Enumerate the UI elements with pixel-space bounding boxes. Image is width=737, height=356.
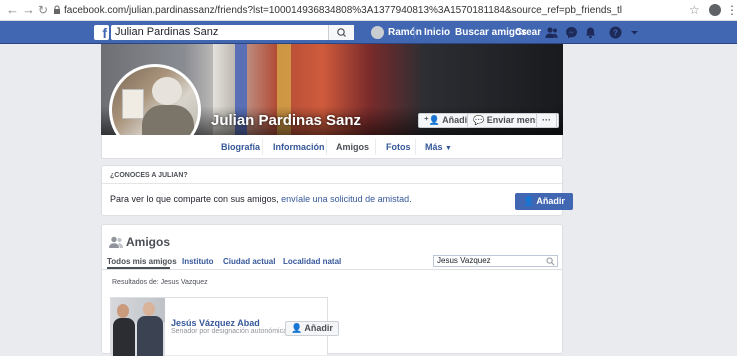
know-heading: ¿CONOCES A JULIAN? — [110, 172, 188, 179]
add-friend-button[interactable]: 👤 Añadir — [515, 193, 573, 210]
divider — [414, 26, 415, 39]
divider — [102, 269, 562, 270]
svg-text:?: ? — [613, 29, 618, 38]
home-link[interactable]: Inicio — [424, 27, 450, 38]
add-friend-button[interactable]: 👤 Añadir — [285, 321, 339, 336]
facebook-logo-icon[interactable]: f — [94, 25, 109, 41]
search-icon — [337, 28, 346, 37]
friend-card: Jesús Vázquez Abad Senador por designaci… — [110, 297, 339, 356]
tab-school[interactable]: Instituto — [182, 257, 214, 266]
notifications-bell-icon[interactable] — [584, 26, 597, 39]
person-body — [113, 318, 135, 356]
messenger-icon[interactable] — [565, 26, 578, 39]
tab-photos[interactable]: Fotos — [386, 142, 411, 152]
add-friend-icon: ⁺👤 — [424, 115, 443, 125]
back-icon[interactable]: ← — [6, 3, 19, 17]
add-friend-icon: 👤 — [291, 323, 305, 333]
search-results-label: Resultados de: Jesus Vazquez — [112, 279, 208, 286]
divider — [326, 139, 327, 155]
friends-title: Amigos — [126, 235, 171, 249]
tab-friends[interactable]: Amigos — [336, 142, 369, 152]
search-input[interactable]: Julian Pardinas Sanz — [111, 25, 354, 40]
add-friend-label: Añadir — [536, 196, 565, 206]
tab-more[interactable]: Más ▼ — [425, 142, 452, 152]
friends-search-input[interactable]: Jesus Vazquez — [433, 255, 558, 267]
search-button[interactable] — [328, 25, 354, 40]
divider — [415, 139, 416, 155]
bookmark-star-icon[interactable]: ☆ — [689, 3, 700, 17]
tab-current-city[interactable]: Ciudad actual — [223, 257, 275, 266]
friend-photo[interactable] — [111, 298, 165, 356]
messenger-icon: 💬 — [473, 115, 487, 125]
search-icon[interactable] — [546, 257, 555, 266]
person-body — [137, 316, 163, 356]
divider — [102, 183, 562, 184]
address-bar[interactable]: facebook.com/julian.pardinassanz/friends… — [64, 4, 684, 18]
add-friend-label: Añadir — [304, 323, 333, 333]
forward-icon[interactable]: → — [22, 3, 35, 17]
tab-more-label: Más — [425, 142, 443, 152]
friend-name-link[interactable]: Jesús Vázquez Abad — [171, 318, 260, 328]
profile-tabs: Biografía Información Amigos Fotos Más ▼ — [101, 135, 563, 159]
know-text: Para ver lo que comparte con sus amigos, — [110, 194, 279, 204]
friends-icon — [109, 236, 123, 248]
person-head — [152, 77, 182, 105]
person-head — [117, 304, 129, 318]
person-head — [143, 302, 155, 316]
tab-biography[interactable]: Biografía — [221, 142, 260, 152]
help-icon[interactable]: ? — [609, 26, 622, 39]
chevron-down-icon[interactable] — [628, 26, 641, 39]
friend-request-link[interactable]: envíale una solicitud de amistad. — [281, 194, 412, 204]
lock-icon — [54, 5, 60, 14]
add-friend-icon: 👤 — [523, 196, 537, 206]
menu-dots-icon[interactable]: ⋮ — [726, 3, 737, 17]
avatar[interactable] — [371, 26, 384, 39]
more-options-button[interactable]: ··· — [536, 113, 557, 128]
profile-link[interactable]: Ramón — [388, 27, 422, 38]
tab-all-friends[interactable]: Todos mis amigos — [107, 257, 177, 266]
tab-information[interactable]: Información — [273, 142, 325, 152]
divider — [375, 139, 376, 155]
friends-section: Amigos Todos mis amigos Instituto Ciudad… — [101, 224, 563, 356]
profile-name: Julian Pardinas Sanz — [211, 112, 362, 129]
tab-hometown[interactable]: Localidad natal — [283, 257, 341, 266]
caret-down-icon: ▼ — [445, 145, 452, 152]
know-message: Para ver lo que comparte con sus amigos,… — [110, 194, 412, 204]
friend-requests-icon[interactable] — [545, 26, 558, 39]
divider — [262, 139, 263, 155]
friend-subtitle: Senador por designación autonómica — [171, 328, 287, 335]
facebook-topbar: f Julian Pardinas Sanz Ramón Inicio Busc… — [0, 21, 737, 44]
reload-icon[interactable]: ↻ — [38, 3, 48, 17]
create-link[interactable]: Crear — [515, 27, 541, 38]
browser-toolbar: ← → ↻ facebook.com/julian.pardinassanz/f… — [0, 0, 737, 21]
account-icon[interactable] — [709, 4, 721, 16]
book-cover — [122, 89, 144, 119]
know-user-card: ¿CONOCES A JULIAN? Para ver lo que compa… — [101, 165, 573, 216]
